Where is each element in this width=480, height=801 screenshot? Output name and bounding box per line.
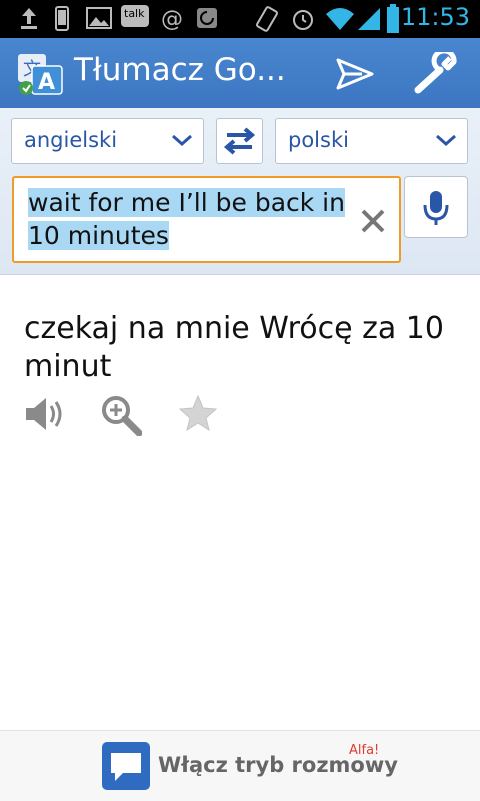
- source-text-input[interactable]: wait for me I’ll be back in 10 minutes: [12, 176, 401, 263]
- selected-text: wait for me I’ll be back in 10 minutes: [28, 188, 345, 250]
- sync-icon: [197, 8, 217, 28]
- conversation-mode-button[interactable]: Włącz tryb rozmowy Alfa!: [96, 735, 398, 797]
- picture-icon: [86, 7, 112, 29]
- talk-icon-label: talk: [124, 7, 145, 20]
- talk-icon: talk: [121, 5, 149, 27]
- source-language-select[interactable]: angielski: [11, 118, 204, 164]
- rotate-icon: [256, 6, 278, 32]
- wrench-icon[interactable]: [410, 52, 466, 96]
- target-language-label: polski: [288, 128, 349, 152]
- close-icon[interactable]: [360, 208, 386, 234]
- target-language-select[interactable]: polski: [275, 118, 468, 164]
- clock: 11:53: [400, 3, 470, 31]
- swap-languages-button[interactable]: [216, 118, 263, 164]
- speaker-icon[interactable]: [24, 394, 66, 434]
- microphone-icon: [423, 191, 449, 225]
- svg-text:A: A: [38, 70, 55, 95]
- svg-text:@: @: [161, 7, 183, 30]
- upload-icon: [21, 8, 37, 29]
- swap-arrows-icon: [223, 127, 256, 155]
- translation-result: czekaj na mnie Wrócę za 10 minut: [24, 311, 444, 384]
- translate-logo-icon[interactable]: 文 A: [18, 54, 64, 96]
- source-language-label: angielski: [24, 128, 118, 152]
- battery-icon: [387, 4, 399, 33]
- status-bar: talk @ 11:53: [0, 0, 480, 38]
- wifi-icon: [326, 8, 354, 30]
- chevron-down-icon: [436, 134, 456, 147]
- voice-input-button[interactable]: [404, 176, 468, 238]
- alpha-badge: Alfa!: [349, 743, 380, 758]
- signal-icon: [358, 8, 380, 30]
- action-bar: 文 A Tłumacz Go...: [0, 38, 480, 109]
- at-icon: @: [161, 7, 183, 30]
- source-text-value[interactable]: wait for me I’ll be back in 10 minutes: [28, 186, 358, 252]
- chevron-down-icon: [172, 134, 192, 147]
- app-title: Tłumacz Go...: [74, 52, 286, 88]
- zoom-icon[interactable]: [100, 394, 142, 436]
- bottom-bar: Włącz tryb rozmowy Alfa!: [0, 730, 480, 801]
- send-icon[interactable]: [328, 52, 380, 96]
- alarm-icon: [293, 10, 313, 30]
- star-icon[interactable]: [178, 394, 218, 432]
- phone-icon: [55, 6, 69, 31]
- chat-bubble-icon: [102, 742, 150, 790]
